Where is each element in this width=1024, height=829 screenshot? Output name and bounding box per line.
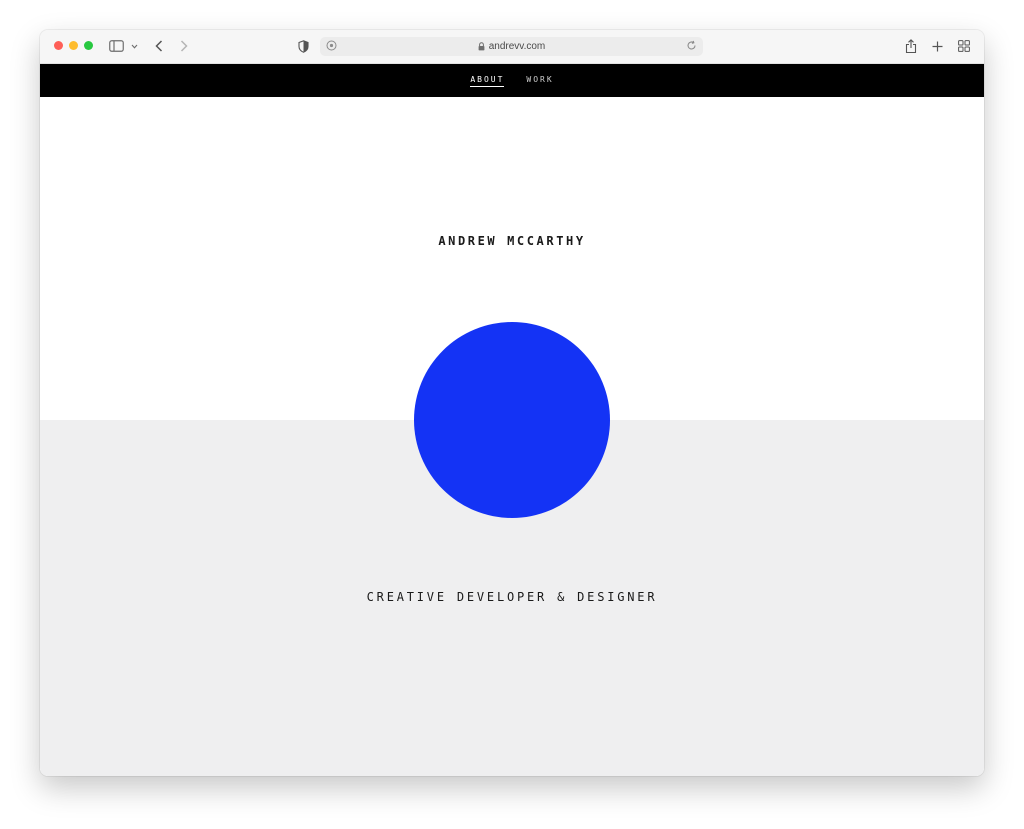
browser-toolbar: andrevv.com	[40, 30, 984, 64]
browser-window: andrevv.com ABOUT WORK ANDREW MCCARTHY C…	[40, 30, 984, 776]
minimize-window-button[interactable]	[69, 41, 78, 50]
nav-link-work[interactable]: WORK	[526, 75, 553, 86]
page-settings-icon[interactable]	[326, 40, 337, 54]
lock-icon	[478, 42, 485, 51]
plus-icon[interactable]	[932, 38, 943, 54]
chevron-down-icon[interactable]	[131, 38, 138, 54]
hero-name: ANDREW MCCARTHY	[438, 234, 586, 248]
reload-icon[interactable]	[686, 40, 697, 54]
address-bar[interactable]: andrevv.com	[320, 37, 703, 56]
grid-icon[interactable]	[958, 38, 970, 54]
nav-link-about[interactable]: ABOUT	[470, 75, 505, 87]
hero-tagline: CREATIVE DEVELOPER & DESIGNER	[366, 590, 658, 604]
site-nav: ABOUT WORK	[40, 64, 984, 97]
url-text: andrevv.com	[488, 41, 546, 52]
shield-icon[interactable]	[298, 38, 309, 54]
chevron-left-icon[interactable]	[155, 38, 163, 54]
chevron-right-icon[interactable]	[180, 38, 188, 54]
zoom-window-button[interactable]	[84, 41, 93, 50]
accent-circle	[414, 322, 610, 518]
close-window-button[interactable]	[54, 41, 63, 50]
share-icon[interactable]	[905, 38, 917, 54]
sidebar-icon[interactable]	[109, 38, 124, 54]
page-content: ANDREW MCCARTHY CREATIVE DEVELOPER & DES…	[40, 97, 984, 776]
